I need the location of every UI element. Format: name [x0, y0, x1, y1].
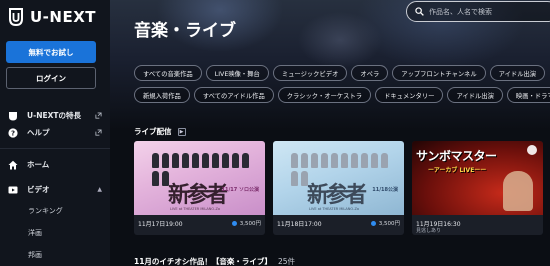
sidebar-item-label: ビデオ [27, 185, 50, 194]
chip-live-stage[interactable]: LIVE映像・舞台 [205, 65, 269, 81]
card-thumbnail: サンボマスター ーアーカブ LIVEーー [412, 141, 543, 215]
sidebar-subitem-ranking[interactable]: ランキング [28, 206, 63, 216]
section-title: 11月のイチオシ作品！【音楽・ライブ】 [134, 257, 272, 266]
chip-documentary[interactable]: ドキュメンタリー [375, 87, 444, 103]
chip-idol-appearance-2[interactable]: アイドル出演 [447, 87, 503, 103]
help-icon: ? [8, 127, 18, 138]
section-title: ライブ配信 [134, 127, 172, 136]
featured-section-header[interactable]: 11月のイチオシ作品！【音楽・ライブ】 25件 [134, 256, 295, 266]
performer-photo [503, 171, 533, 211]
sidebar-link-label: U-NEXTの特長 [27, 111, 82, 120]
sidebar-item-home[interactable]: ホーム [8, 159, 102, 170]
thumb-title: サンボマスター [416, 149, 497, 163]
u-next-logo-icon [9, 8, 23, 26]
search-box[interactable] [406, 1, 550, 22]
chip-upfront-channel[interactable]: アップフロントチャンネル [392, 65, 486, 81]
chip-classical[interactable]: クラシック・オーケストラ [277, 87, 372, 103]
external-link-icon [95, 112, 102, 119]
chip-all-idol[interactable]: すべてのアイドル作品 [193, 87, 274, 103]
brand-logo[interactable]: U-NEXT [8, 8, 96, 26]
video-icon [8, 186, 18, 193]
search-icon [415, 7, 424, 16]
live-cards: 新参者 11/17 ソロ公演 LIVE at THEATER MILANO-Za… [134, 141, 543, 235]
chip-opera[interactable]: オペラ [351, 65, 389, 81]
page-title: 音楽・ライブ [134, 21, 236, 41]
live-card[interactable]: サンボマスター ーアーカブ LIVEーー 11月19日16:30 見逃しあり [412, 141, 543, 235]
login-button[interactable]: ログイン [6, 67, 96, 89]
thumb-strip: LIVE at THEATER MILANO-Za [170, 207, 221, 211]
thumb-corner-note: 11/17 ソロ公演 [221, 187, 259, 193]
card-note: 見逃しあり [416, 228, 442, 234]
main-content: 音楽・ライブ すべての音楽作品 LIVE映像・舞台 ミュージックビデオ オペラ … [110, 0, 550, 266]
item-count: 25件 [277, 257, 295, 266]
search-input[interactable] [429, 7, 549, 16]
sidebar-link-features[interactable]: U-NEXTの特長 [8, 110, 102, 121]
chip-new-arrivals[interactable]: 新規入荷作品 [134, 87, 190, 103]
external-link-icon [95, 129, 102, 136]
sidebar-item-video[interactable]: ビデオ ▲ [8, 184, 102, 195]
free-trial-button[interactable]: 無料でお試し [6, 41, 96, 63]
thumb-strip: LIVE at THEATER MILANO-Za [309, 207, 360, 211]
sidebar: U-NEXT 無料でお試し ログイン U-NEXTの特長 ? ヘルプ ホーム ビ… [0, 0, 110, 266]
svg-text:?: ? [11, 129, 15, 137]
card-price: 3,500円 [370, 219, 400, 227]
thumb-subtitle: ーアーカブ LIVEーー [428, 167, 487, 174]
thumb-title: 新参者 [168, 182, 228, 208]
chevron-right-icon[interactable]: ▶ [177, 127, 186, 136]
chip-movie-drama[interactable]: 映画・ドラマ [506, 87, 550, 103]
chip-music-video[interactable]: ミュージックビデオ [272, 65, 348, 81]
thumb-title: 新参者 [307, 182, 367, 208]
coin-icon [231, 220, 237, 226]
sidebar-subitem-japanese[interactable]: 邦画 [28, 250, 42, 260]
card-date: 11月17日19:00 [138, 221, 183, 228]
chevron-up-icon[interactable]: ▲ [97, 186, 102, 193]
home-icon [8, 160, 18, 169]
sidebar-item-label: ホーム [27, 160, 50, 169]
live-card[interactable]: 新参者 11/18公演 LIVE at THEATER MILANO-Za 11… [273, 141, 404, 235]
chip-idol-appearance[interactable]: アイドル出演 [489, 65, 546, 81]
badge-icon [527, 145, 537, 155]
coin-icon [370, 220, 376, 226]
live-section-header[interactable]: ライブ配信 ▶ [134, 126, 186, 137]
sidebar-link-label: ヘルプ [27, 128, 50, 137]
chip-all-music[interactable]: すべての音楽作品 [134, 65, 202, 81]
chips-row-2: 新規入荷作品 すべてのアイドル作品 クラシック・オーケストラ ドキュメンタリー … [134, 87, 550, 103]
logo-text: U-NEXT [30, 8, 97, 26]
sidebar-link-help[interactable]: ? ヘルプ [8, 127, 102, 138]
sidebar-subitem-western[interactable]: 洋画 [28, 228, 42, 238]
card-thumbnail: 新参者 11/18公演 LIVE at THEATER MILANO-Za [273, 141, 404, 215]
live-card[interactable]: 新参者 11/17 ソロ公演 LIVE at THEATER MILANO-Za… [134, 141, 265, 235]
sidebar-divider [0, 148, 110, 149]
chips-row-1: すべての音楽作品 LIVE映像・舞台 ミュージックビデオ オペラ アップフロント… [134, 65, 546, 81]
card-price: 3,500円 [231, 219, 261, 227]
shield-icon [9, 111, 17, 120]
card-thumbnail: 新参者 11/17 ソロ公演 LIVE at THEATER MILANO-Za [134, 141, 265, 215]
card-date: 11月18日17:00 [277, 221, 322, 228]
thumb-corner-note: 11/18公演 [372, 187, 398, 193]
